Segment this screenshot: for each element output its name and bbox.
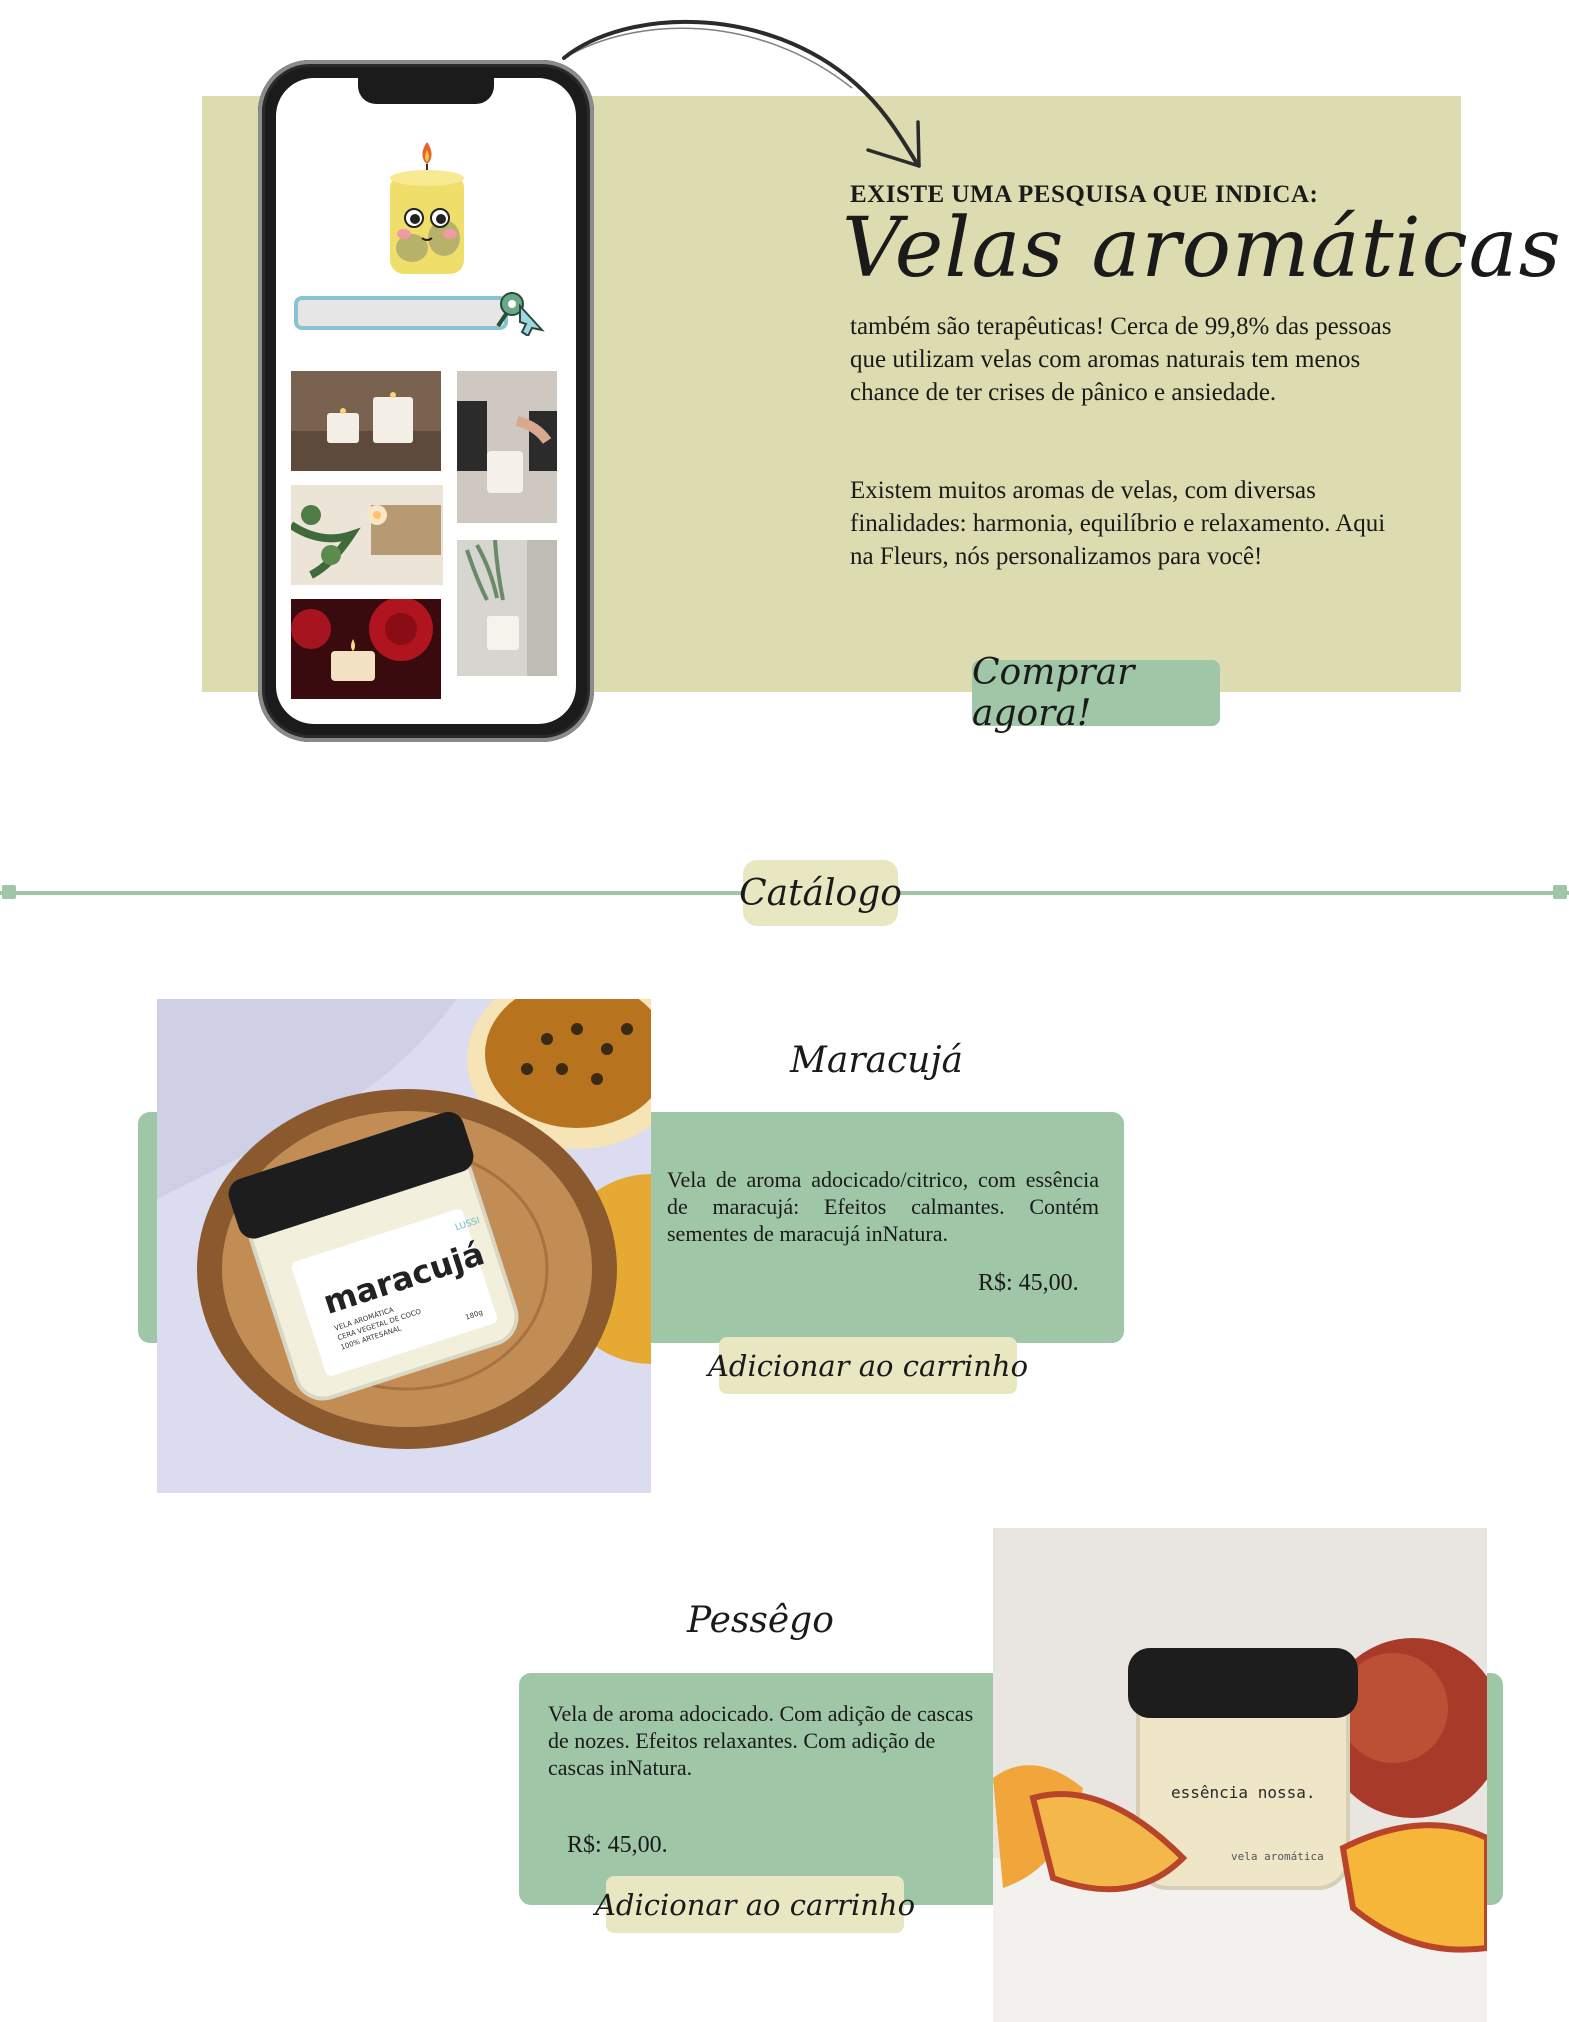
candles-photo — [291, 371, 441, 471]
phone-search-bar — [294, 296, 508, 330]
product-description: Vela de aroma adocicado/citrico, com ess… — [667, 1167, 1099, 1246]
jar-label-text: essência nossa. — [1171, 1783, 1316, 1802]
hero-title: Velas aromáticas — [842, 201, 1562, 296]
divider-cap-right — [1553, 885, 1567, 899]
curved-arrow-icon — [562, 19, 921, 168]
divider-cap-left — [2, 885, 16, 899]
hero-paragraph: também são terapêuticas! Cerca de 99,8% … — [850, 313, 1392, 406]
candle-jar-photo — [457, 540, 557, 676]
add-to-cart-button[interactable]: Adicionar ao carrinho — [595, 1876, 915, 1933]
phone-screen — [276, 78, 576, 724]
add-to-cart-button[interactable]: Adicionar ao carrinho — [708, 1337, 1028, 1394]
plant-candle-photo — [291, 485, 443, 585]
maracuja-product-photo: maracujá VELA AROMÁTICA CERA VEGETAL DE … — [157, 999, 651, 1493]
catalog-heading: Catálogo — [739, 860, 902, 926]
candle-lighting-photo — [457, 371, 557, 523]
phone-notch — [358, 78, 494, 104]
phone-mockup — [258, 60, 594, 742]
search-cursor-icon — [496, 292, 545, 336]
candle-mascot-icon — [390, 142, 464, 274]
product-price: R$: 45,00. — [978, 1270, 1079, 1296]
product-description: Vela de aroma adocicado. Com adição de c… — [548, 1701, 974, 1780]
jar-sub-text: vela aromática — [1231, 1850, 1324, 1863]
buy-now-button[interactable]: Comprar agora! — [972, 652, 1220, 734]
product-title: Maracujá — [790, 1040, 963, 1081]
hero-paragraph: Existem muitos aromas de velas, com dive… — [850, 477, 1386, 570]
product-title: Pessêgo — [687, 1600, 834, 1641]
product-price: R$: 45,00. — [567, 1832, 668, 1858]
pessego-product-photo: essência nossa. vela aromática — [993, 1528, 1487, 2022]
rose-candle-photo — [291, 599, 441, 699]
